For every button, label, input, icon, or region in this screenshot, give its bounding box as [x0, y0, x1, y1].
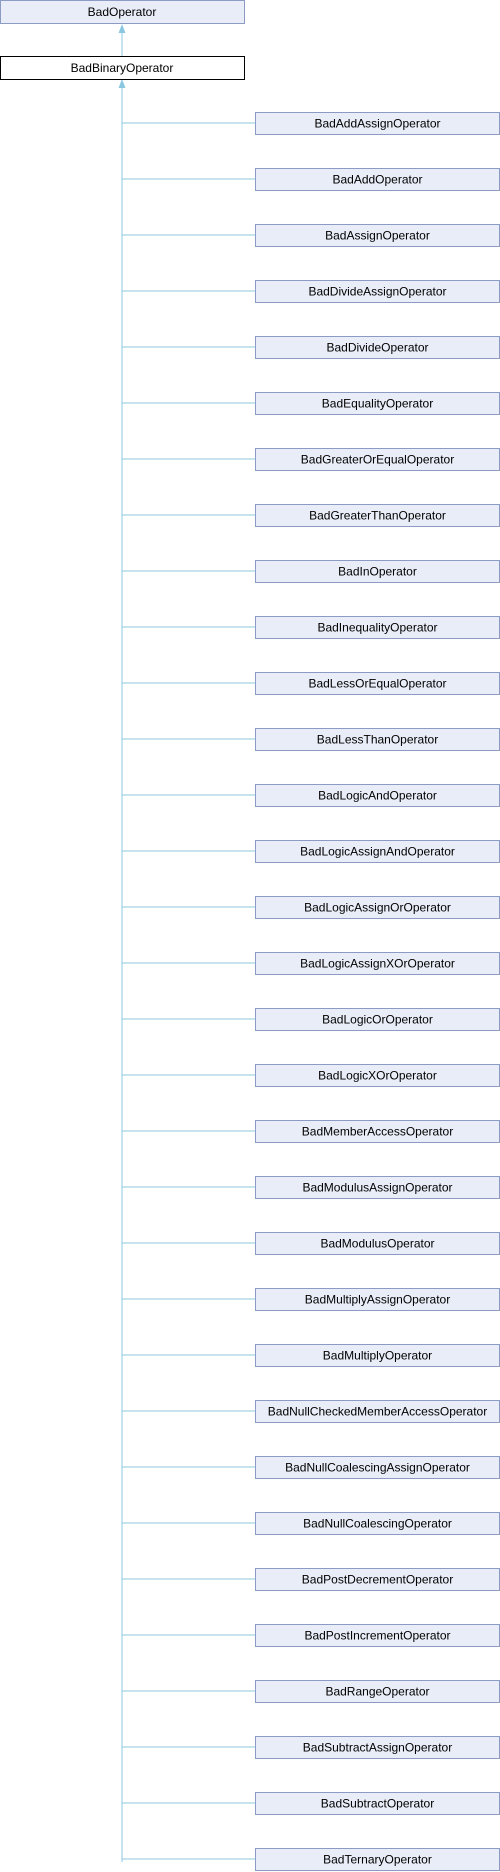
child-node-label: BadModulusOperator — [320, 1237, 434, 1251]
parent-arrowhead — [118, 79, 126, 88]
child-node-label: BadModulusAssignOperator — [302, 1181, 452, 1195]
child-node[interactable]: BadModulusOperator — [255, 1232, 500, 1255]
child-node[interactable]: BadAddAssignOperator — [255, 112, 500, 135]
child-node[interactable]: BadGreaterOrEqualOperator — [255, 448, 500, 471]
child-node[interactable]: BadInequalityOperator — [255, 616, 500, 639]
child-node-label: BadPostDecrementOperator — [302, 1573, 453, 1587]
child-node-label: BadNullCheckedMemberAccessOperator — [268, 1405, 487, 1419]
child-node-label: BadLogicAndOperator — [318, 789, 437, 803]
child-node-label: BadAssignOperator — [325, 229, 430, 243]
child-node-label: BadAddAssignOperator — [314, 117, 440, 131]
child-node-label: BadLessOrEqualOperator — [308, 677, 446, 691]
child-node-label: BadGreaterThanOperator — [309, 509, 446, 523]
child-node-label: BadLogicAssignAndOperator — [300, 845, 455, 859]
child-node[interactable]: BadAssignOperator — [255, 224, 500, 247]
child-node[interactable]: BadLogicAssignOrOperator — [255, 896, 500, 919]
child-nodes: BadAddAssignOperator BadAddOperator BadAss… — [122, 112, 500, 1871]
child-node[interactable]: BadLogicAssignXOrOperator — [255, 952, 500, 975]
child-node[interactable]: BadDivideAssignOperator — [255, 280, 500, 303]
node-root[interactable]: BadOperator — [0, 0, 245, 24]
child-node[interactable]: BadMemberAccessOperator — [255, 1120, 500, 1143]
child-node[interactable]: BadEqualityOperator — [255, 392, 500, 415]
child-node[interactable]: BadMultiplyOperator — [255, 1344, 500, 1367]
child-node[interactable]: BadNullCheckedMemberAccessOperator — [255, 1400, 500, 1423]
child-node-label: BadDivideAssignOperator — [308, 285, 446, 299]
child-node[interactable]: BadModulusAssignOperator — [255, 1176, 500, 1199]
node-parent[interactable]: BadBinaryOperator — [0, 56, 245, 80]
child-node[interactable]: BadSubtractAssignOperator — [255, 1736, 500, 1759]
child-node-label: BadMemberAccessOperator — [302, 1125, 453, 1139]
child-node-label: BadSubtractOperator — [321, 1797, 434, 1811]
child-node-label: BadLogicAssignXOrOperator — [300, 957, 455, 971]
child-node-label: BadLogicAssignOrOperator — [304, 901, 451, 915]
child-node[interactable]: BadLessThanOperator — [255, 728, 500, 751]
child-node-label: BadEqualityOperator — [322, 397, 433, 411]
child-node[interactable]: BadLessOrEqualOperator — [255, 672, 500, 695]
child-node[interactable]: BadPostIncrementOperator — [255, 1624, 500, 1647]
child-node-label: BadRangeOperator — [325, 1685, 429, 1699]
child-node[interactable]: BadMultiplyAssignOperator — [255, 1288, 500, 1311]
child-node[interactable]: BadSubtractOperator — [255, 1792, 500, 1815]
child-node-label: BadLessThanOperator — [317, 733, 438, 747]
child-node[interactable]: BadAddOperator — [255, 168, 500, 191]
inheritance-diagram: BadOperator BadBinaryOperator BadAddAssi… — [0, 0, 500, 1871]
child-node-label: BadPostIncrementOperator — [304, 1629, 450, 1643]
node-root-label: BadOperator — [88, 5, 157, 19]
child-node[interactable]: BadLogicXOrOperator — [255, 1064, 500, 1087]
child-node-label: BadInOperator — [338, 565, 417, 579]
child-node[interactable]: BadLogicAndOperator — [255, 784, 500, 807]
root-arrowhead — [118, 24, 126, 33]
child-node-label: BadNullCoalescingOperator — [303, 1517, 452, 1531]
child-node-label: BadLogicXOrOperator — [318, 1069, 437, 1083]
child-node[interactable]: BadTernaryOperator — [255, 1848, 500, 1871]
child-node-label: BadAddOperator — [332, 173, 422, 187]
child-node[interactable]: BadPostDecrementOperator — [255, 1568, 500, 1591]
child-node-label: BadMultiplyAssignOperator — [305, 1293, 450, 1307]
child-node-label: BadTernaryOperator — [323, 1853, 432, 1867]
child-node[interactable]: BadNullCoalescingAssignOperator — [255, 1456, 500, 1479]
child-node[interactable]: BadGreaterThanOperator — [255, 504, 500, 527]
child-node-label: BadLogicOrOperator — [322, 1013, 433, 1027]
child-node-label: BadDivideOperator — [326, 341, 428, 355]
child-node[interactable]: BadRangeOperator — [255, 1680, 500, 1703]
child-node[interactable]: BadDivideOperator — [255, 336, 500, 359]
child-node[interactable]: BadLogicAssignAndOperator — [255, 840, 500, 863]
node-parent-label: BadBinaryOperator — [71, 61, 174, 75]
child-node-label: BadSubtractAssignOperator — [303, 1741, 452, 1755]
child-node-label: BadInequalityOperator — [317, 621, 437, 635]
child-node-label: BadGreaterOrEqualOperator — [301, 453, 454, 467]
child-node[interactable]: BadInOperator — [255, 560, 500, 583]
child-node-label: BadMultiplyOperator — [323, 1349, 432, 1363]
child-node-label: BadNullCoalescingAssignOperator — [285, 1461, 470, 1475]
child-node[interactable]: BadLogicOrOperator — [255, 1008, 500, 1031]
child-node[interactable]: BadNullCoalescingOperator — [255, 1512, 500, 1535]
